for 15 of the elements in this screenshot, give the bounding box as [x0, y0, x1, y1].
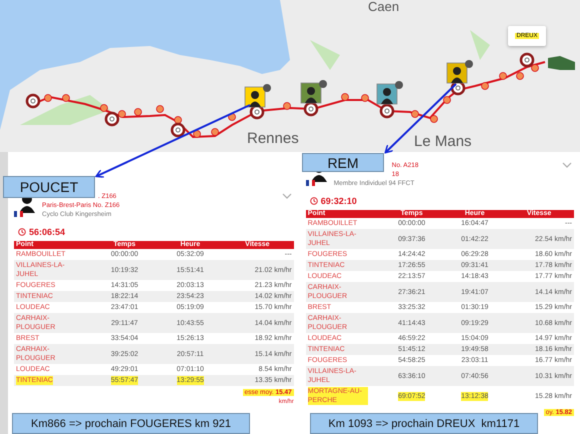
progress-note: Km866 => prochain FOUGERES km 921	[12, 413, 250, 434]
city-label: Rennes	[247, 131, 299, 146]
chevron-down-icon[interactable]	[562, 162, 572, 168]
chevron-down-icon[interactable]	[282, 193, 292, 199]
flag-icon	[306, 180, 315, 186]
clock-icon	[310, 197, 318, 205]
name-callout: REM	[302, 153, 384, 172]
elapsed-time: 56:06:54	[29, 227, 66, 237]
city-label: Caen	[368, 0, 400, 13]
elapsed-time: 69:32:10	[320, 196, 357, 206]
progress-note: Km 1093 => prochain DREUX km1171	[310, 413, 538, 434]
city-label: Le Mans	[414, 134, 472, 149]
clock-icon	[18, 228, 26, 236]
name-callout: POUCET	[3, 176, 95, 198]
flag-icon	[14, 211, 23, 217]
